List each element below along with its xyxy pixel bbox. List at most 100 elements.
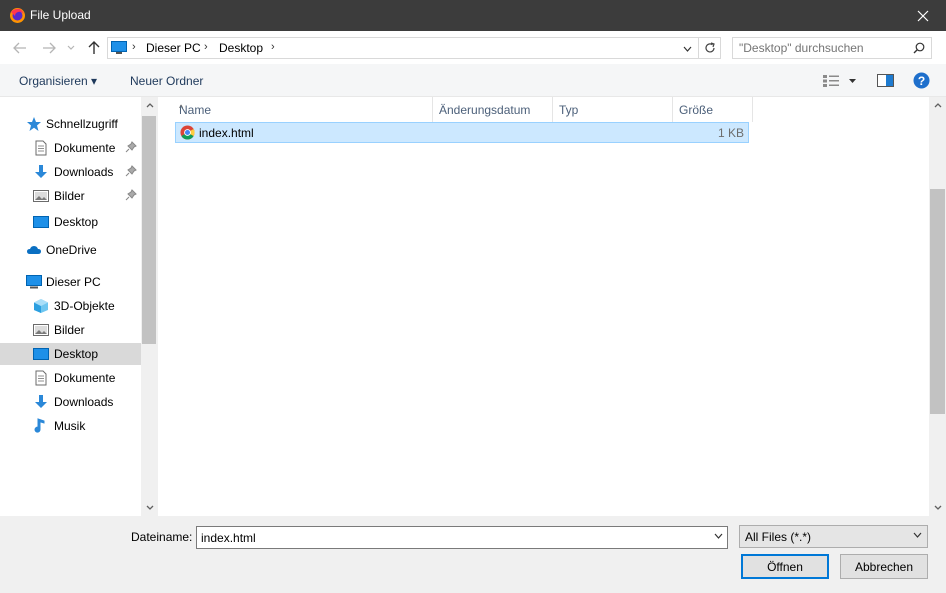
sidebar-item-downloads-pc[interactable]: Downloads <box>0 391 141 413</box>
pin-icon[interactable] <box>125 141 137 153</box>
file-list-scrollbar-thumb[interactable] <box>930 189 945 414</box>
breadcrumb-item[interactable]: Desktop <box>219 41 263 55</box>
search-input[interactable] <box>739 41 909 55</box>
search-box[interactable] <box>732 37 932 59</box>
forward-button[interactable] <box>40 39 58 57</box>
preview-pane-icon <box>877 74 894 87</box>
file-list[interactable]: Name ^ Änderungsdatum Typ Größe index.ht… <box>159 97 929 516</box>
sidebar-item-onedrive[interactable]: OneDrive <box>0 239 141 261</box>
sidebar-item-quick-access[interactable]: Schnellzugriff <box>0 113 141 135</box>
arrow-up-icon <box>88 41 100 54</box>
arrow-left-icon <box>13 42 26 54</box>
title-bar: File Upload <box>0 0 946 31</box>
pictures-icon <box>33 190 49 202</box>
file-list-scrollbar[interactable] <box>929 97 946 516</box>
command-bar: Organisieren ▾ Neuer Ordner ? <box>0 64 946 97</box>
back-button[interactable] <box>11 39 29 57</box>
view-options-button[interactable] <box>822 74 860 91</box>
scroll-up-button[interactable] <box>141 97 158 114</box>
address-bar[interactable]: › Dieser PC › Desktop › <box>107 37 699 59</box>
filename-field[interactable]: index.html <box>196 526 728 549</box>
arrow-right-icon <box>43 42 56 54</box>
column-header-label: Name <box>179 103 212 117</box>
sidebar-item-label: Schnellzugriff <box>46 117 118 131</box>
sidebar-scrollbar[interactable] <box>141 97 158 516</box>
sidebar-item-documents[interactable]: Dokumente <box>0 137 141 159</box>
pin-icon[interactable] <box>125 189 137 201</box>
music-icon <box>34 418 45 433</box>
chevron-down-icon <box>67 45 75 50</box>
close-button[interactable] <box>900 0 946 31</box>
document-icon <box>35 370 47 386</box>
column-header-type[interactable]: Typ <box>553 97 673 122</box>
chrome-icon <box>180 125 195 140</box>
breadcrumb-separator: › <box>204 41 208 53</box>
sidebar-item-desktop-pc[interactable]: Desktop <box>0 343 141 365</box>
cloud-icon <box>27 246 41 254</box>
sidebar-item-this-pc[interactable]: Dieser PC <box>0 271 141 293</box>
search-icon <box>913 42 925 54</box>
file-type-filter[interactable]: All Files (*.*) <box>739 525 928 548</box>
refresh-button[interactable] <box>699 37 721 59</box>
sidebar-item-label: 3D-Objekte <box>54 299 115 313</box>
close-icon <box>917 10 929 21</box>
breadcrumb-item[interactable]: Dieser PC <box>146 41 201 55</box>
sidebar-item-label: Musik <box>54 419 86 433</box>
breadcrumb-separator: › <box>271 41 275 53</box>
sidebar-item-desktop[interactable]: Desktop <box>0 211 141 233</box>
column-header-name[interactable]: Name ^ <box>173 97 433 122</box>
computer-icon <box>26 275 42 289</box>
sidebar-item-label: Desktop <box>54 347 99 361</box>
column-header-modified[interactable]: Änderungsdatum <box>433 97 553 122</box>
sidebar-item-label: Downloads <box>54 165 114 179</box>
sidebar-item-3d-objects[interactable]: 3D-Objekte <box>0 295 141 317</box>
recent-locations-button[interactable] <box>64 39 78 57</box>
chevron-down-icon <box>934 505 941 510</box>
sidebar-item-label: Downloads <box>54 395 114 409</box>
chevron-up-icon <box>934 103 941 108</box>
chevron-down-icon <box>146 505 153 510</box>
organize-label: Organisieren <box>19 74 88 88</box>
dialog-footer: Dateiname: index.html All Files (*.*) Öf… <box>0 516 946 593</box>
cancel-button[interactable]: Abbrechen <box>840 554 928 579</box>
file-size: 1 KB <box>717 126 744 140</box>
preview-pane-button[interactable] <box>877 74 894 90</box>
sidebar-item-pictures-pc[interactable]: Bilder <box>0 319 141 341</box>
sidebar-item-label: Desktop <box>54 215 99 229</box>
sidebar-item-label: Bilder <box>54 323 85 337</box>
chevron-up-icon <box>146 103 153 108</box>
column-header-size[interactable]: Größe <box>673 97 753 122</box>
filename-value: index.html <box>201 531 256 545</box>
desktop-icon <box>33 216 49 228</box>
organize-menu[interactable]: Organisieren ▾ <box>19 74 97 88</box>
chevron-down-icon[interactable] <box>714 533 723 539</box>
sidebar-item-music[interactable]: Musik <box>0 415 141 437</box>
help-button[interactable]: ? <box>913 72 930 92</box>
column-header-label: Änderungsdatum <box>439 103 531 117</box>
open-button[interactable]: Öffnen <box>741 554 829 579</box>
help-icon: ? <box>913 72 930 89</box>
chevron-down-icon <box>913 532 922 538</box>
file-row[interactable]: index.html 1 KB <box>175 122 749 143</box>
svg-text:?: ? <box>918 74 925 88</box>
pin-icon[interactable] <box>125 165 137 177</box>
new-folder-button[interactable]: Neuer Ordner <box>130 74 203 88</box>
sidebar-item-downloads[interactable]: Downloads <box>0 161 141 183</box>
star-icon <box>27 117 41 131</box>
sidebar-item-label: Dieser PC <box>46 275 101 289</box>
scroll-down-button[interactable] <box>929 499 946 516</box>
chevron-down-icon[interactable] <box>683 46 692 52</box>
pictures-icon <box>33 324 49 336</box>
sidebar-scrollbar-thumb[interactable] <box>142 116 156 344</box>
navigation-pane[interactable]: Schnellzugriff Dokumente Downloads Bilde… <box>0 97 158 516</box>
sidebar-item-label: Dokumente <box>54 141 116 155</box>
scroll-up-button[interactable] <box>929 97 946 114</box>
column-header-label: Typ <box>559 103 579 117</box>
up-button[interactable] <box>85 39 103 57</box>
file-name: index.html <box>199 126 254 140</box>
view-options-icon <box>823 75 856 87</box>
sidebar-item-pictures[interactable]: Bilder <box>0 185 141 207</box>
sidebar-item-documents-pc[interactable]: Dokumente <box>0 367 141 389</box>
refresh-icon <box>704 42 715 53</box>
scroll-down-button[interactable] <box>141 499 158 516</box>
